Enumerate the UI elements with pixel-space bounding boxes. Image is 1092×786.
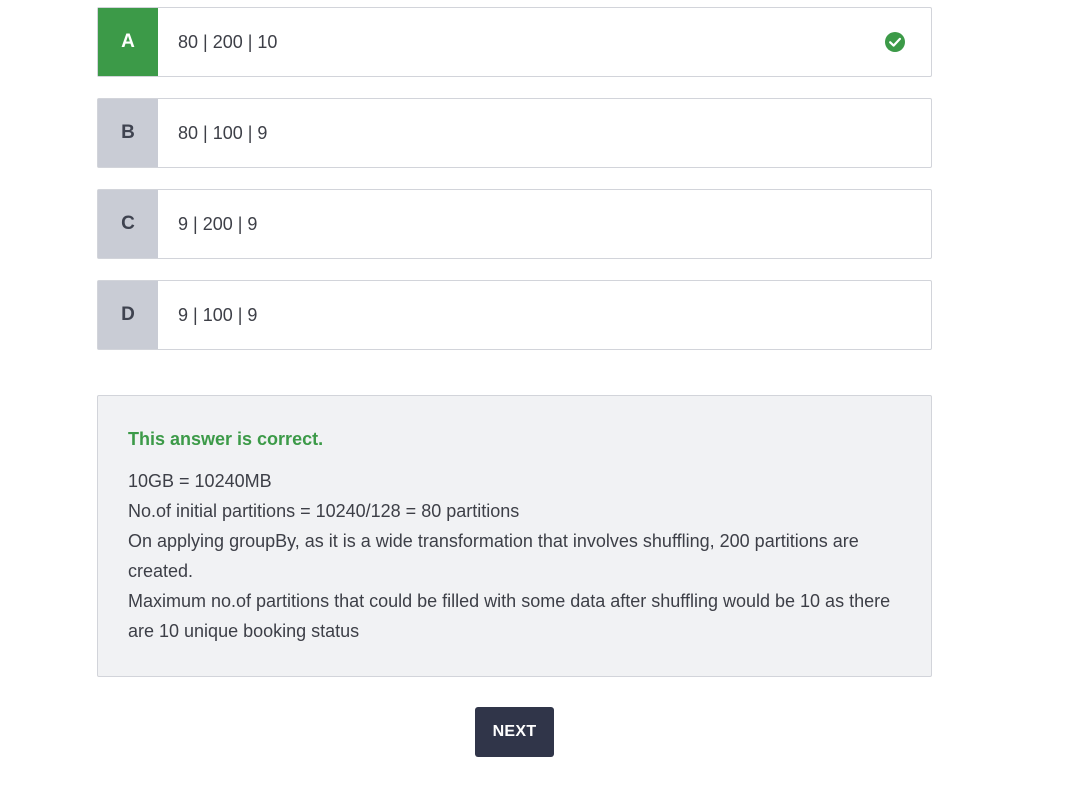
next-button[interactable]: NEXT <box>475 707 554 757</box>
option-letter: C <box>98 190 158 258</box>
answer-options: A 80 | 200 | 10 B 80 | 100 | 9 C 9 | 200… <box>97 7 932 371</box>
option-text: 80 | 200 | 10 <box>178 31 278 52</box>
option-letter: B <box>98 99 158 167</box>
option-letter: D <box>98 281 158 349</box>
feedback-verdict: This answer is correct. <box>128 429 324 449</box>
feedback-line: On applying groupBy, as it is a wide tra… <box>128 531 859 581</box>
quiz-page: A 80 | 200 | 10 B 80 | 100 | 9 C 9 | 200… <box>0 0 1092 786</box>
option-letter: A <box>98 8 158 76</box>
feedback-line: No.of initial partitions = 10240/128 = 8… <box>128 501 520 521</box>
option-d[interactable]: D 9 | 100 | 9 <box>97 280 932 350</box>
option-b[interactable]: B 80 | 100 | 9 <box>97 98 932 168</box>
option-text: 9 | 100 | 9 <box>178 304 258 325</box>
option-text: 80 | 100 | 9 <box>178 122 268 143</box>
feedback-line: Maximum no.of partitions that could be f… <box>128 591 891 641</box>
option-a[interactable]: A 80 | 200 | 10 <box>97 7 932 77</box>
option-c[interactable]: C 9 | 200 | 9 <box>97 189 932 259</box>
check-circle-icon <box>885 32 905 52</box>
feedback-line: 10GB = 10240MB <box>128 471 272 491</box>
answer-feedback-panel: This answer is correct. 10GB = 10240MB N… <box>97 395 932 677</box>
option-text: 9 | 200 | 9 <box>178 213 258 234</box>
